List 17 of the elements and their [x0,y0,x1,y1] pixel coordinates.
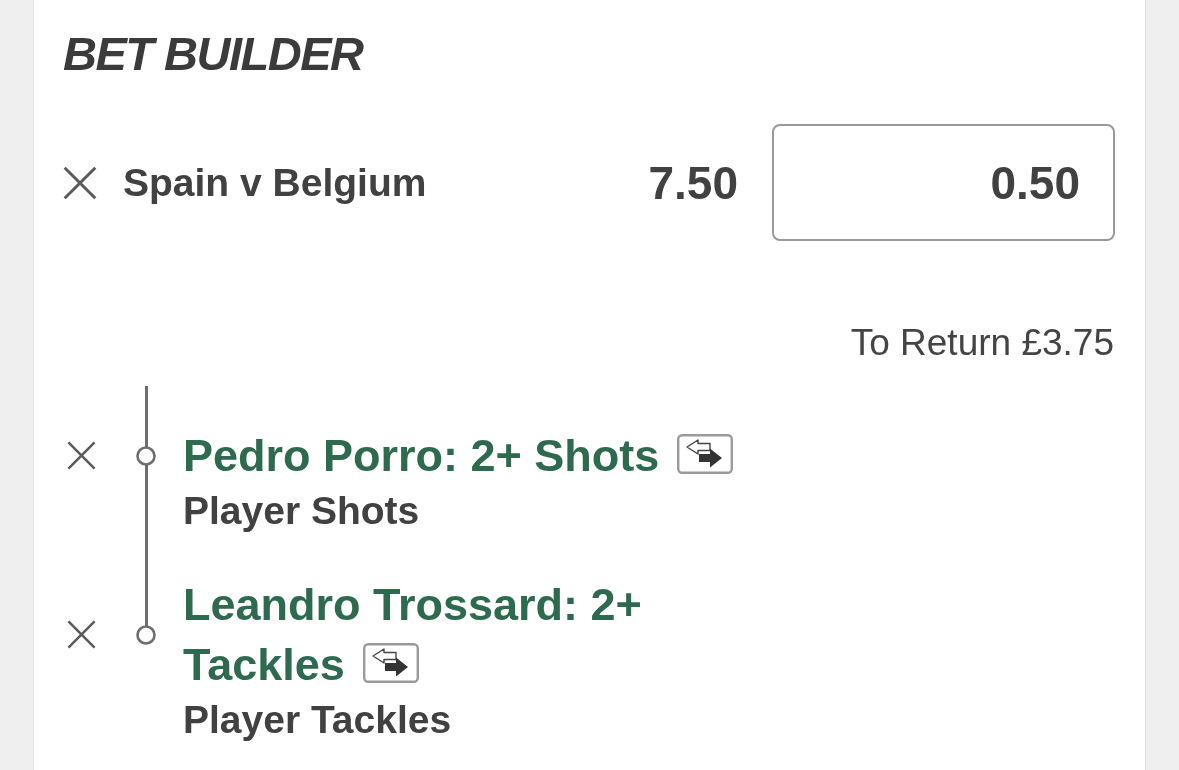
panel-title: BET BUILDER [63,26,363,82]
close-icon[interactable] [63,165,97,200]
stake-input[interactable]: 0.50 [772,124,1115,242]
close-icon[interactable] [66,620,96,650]
swap-arrows-icon [362,642,419,683]
swap-arrows-icon [677,433,734,474]
selection-name: Leandro Trossard: 2+ [183,578,642,631]
timeline-node-icon [136,445,156,466]
timeline-node-icon [136,624,156,645]
odds-value: 7.50 [648,155,738,210]
event-name: Spain v Belgium [123,160,427,205]
market-name: Player Shots [183,487,420,534]
market-name: Player Tackles [183,696,452,743]
selection-name: Pedro Porro: 2+ Shots [183,429,660,482]
close-icon[interactable] [66,441,96,471]
selection-name: Tackles [183,638,345,691]
to-return-text: To Return £3.75 [850,321,1114,366]
